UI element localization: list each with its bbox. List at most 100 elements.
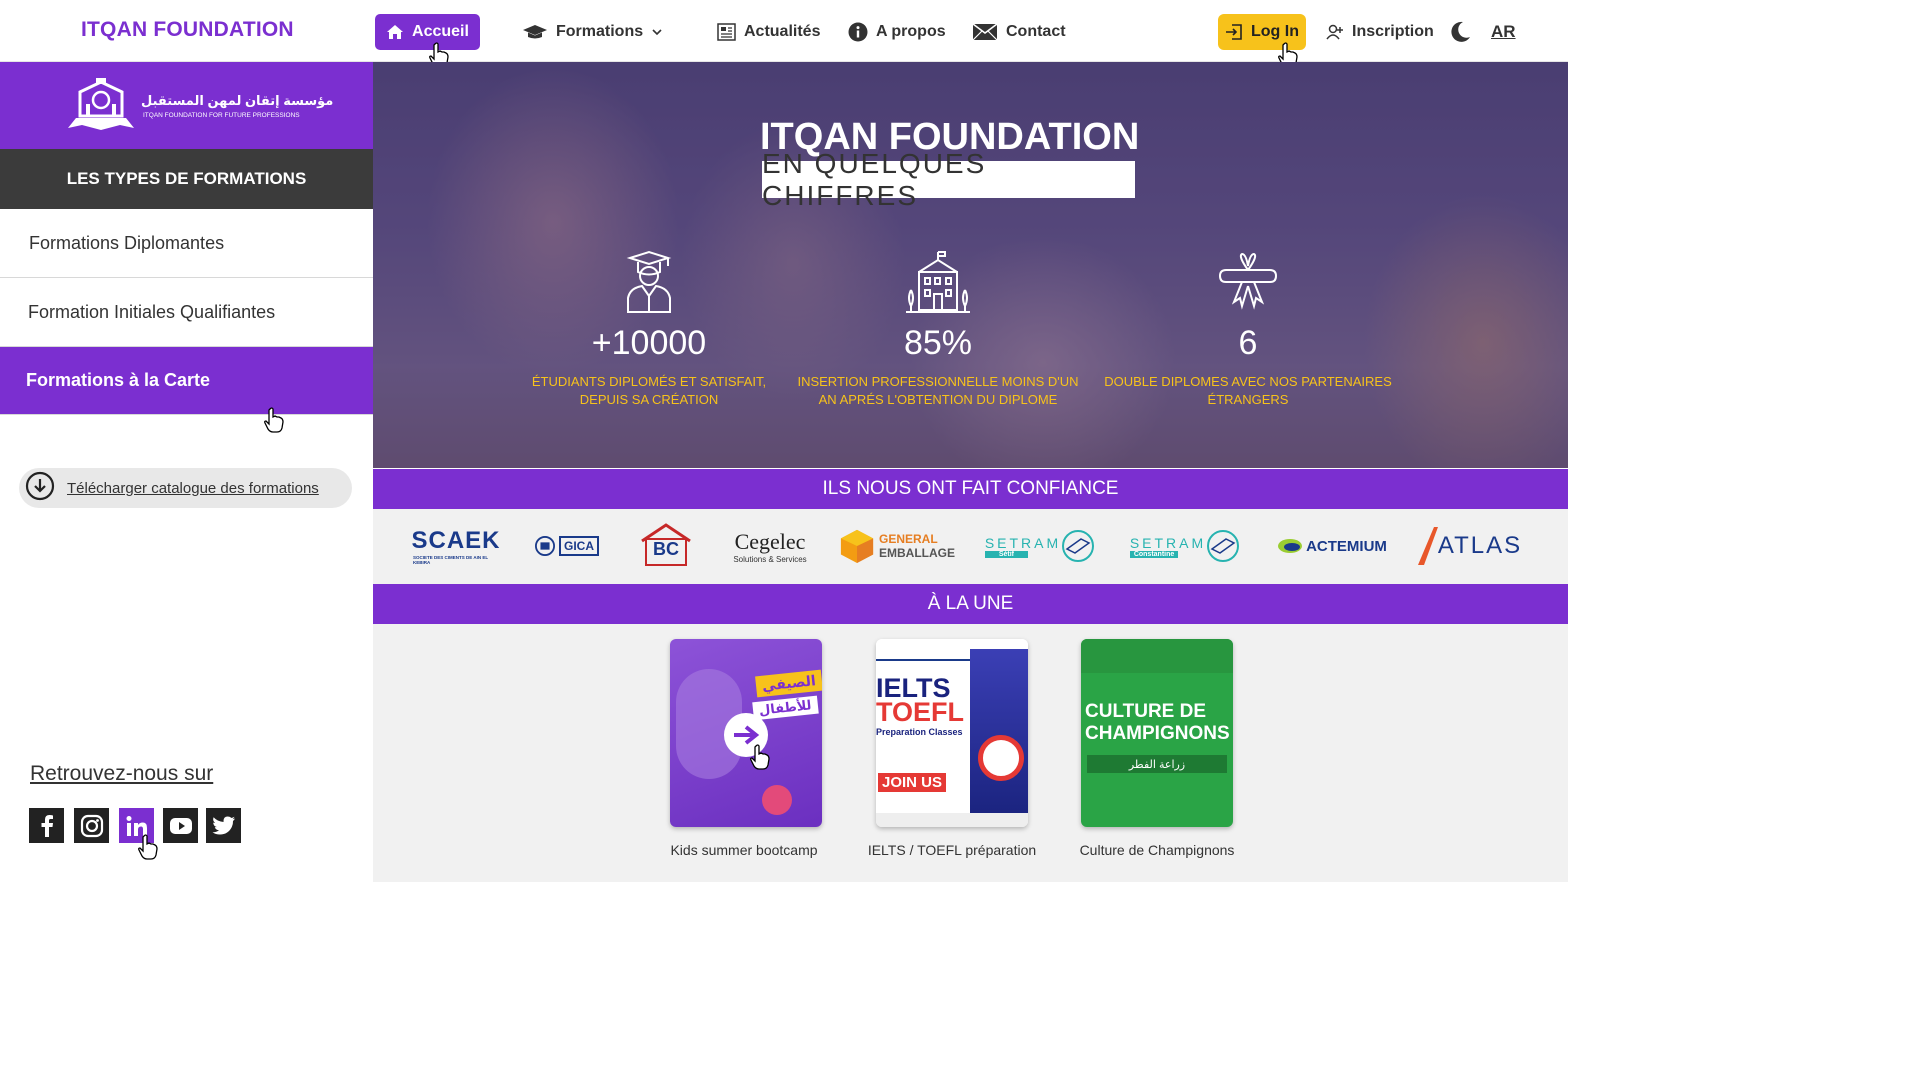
kids-card-title-ar: الصيفي	[755, 669, 822, 698]
foundation-logo-banner[interactable]: مؤسسة إتقان لمهن المستقبل ITQAN FOUNDATI…	[0, 62, 373, 149]
twitter-link[interactable]	[206, 808, 241, 843]
partner-actemium-name: ACTEMIUM	[1306, 537, 1387, 555]
gica-emblem-icon	[535, 536, 555, 556]
stat-graduates-caption: ÉTUDIANTS DIPLOMÉS ET SATISFAIT, DEPUIS …	[504, 373, 794, 409]
partner-logo-general-emballage[interactable]: GENERAL EMBALLAGE	[839, 521, 955, 571]
youtube-link[interactable]	[163, 808, 198, 843]
graduation-cap-icon	[522, 24, 548, 40]
chevron-down-icon	[651, 28, 663, 36]
featured-card-kids-bootcamp[interactable]: الصيفي للأطفال	[670, 639, 822, 827]
hand-cursor-icon	[750, 744, 770, 770]
facebook-link[interactable]	[29, 808, 64, 843]
champignons-title-line1: CULTURE DE	[1085, 701, 1207, 722]
partner-logo-actemium[interactable]: ACTEMIUM	[1269, 521, 1395, 571]
featured-caption-champignons[interactable]: Culture de Champignons	[1047, 842, 1267, 858]
school-building-icon	[906, 251, 970, 313]
stat-insertion-value: 85%	[903, 324, 973, 362]
partner-logo-bc[interactable]: BC	[639, 521, 693, 571]
partner-bc-name: BC	[653, 539, 679, 559]
partner-scaek-name: SCAEK	[411, 527, 501, 554]
partners-heading: ILS NOUS ONT FAIT CONFIANCE	[373, 469, 1568, 509]
hand-cursor-icon	[138, 834, 158, 860]
partner-general-name: GENERAL	[879, 532, 938, 546]
instagram-link[interactable]	[74, 808, 109, 843]
ielts-card-subtitle: Preparation Classes	[876, 727, 963, 737]
dark-mode-toggle[interactable]	[1448, 14, 1472, 50]
download-catalog-label: Télécharger catalogue des formations	[67, 479, 319, 497]
nav-apropos-label: A propos	[876, 23, 946, 40]
stat-graduates-caption-line2: DEPUIS SA CRÉATION	[579, 392, 719, 407]
nav-actualites-link[interactable]: Actualités	[717, 14, 820, 50]
foundation-emblem-icon	[68, 78, 134, 130]
featured-heading: À LA UNE	[373, 584, 1568, 624]
stat-insertion-caption: INSERTION PROFESSIONNELLE MOINS D'UN AN …	[793, 373, 1083, 409]
nav-apropos-link[interactable]: A propos	[848, 14, 946, 50]
stat-double-diplomas-caption-line2: ÉTRANGERS	[1207, 392, 1289, 407]
partner-logo-atlas[interactable]: ATLAS	[1411, 521, 1527, 571]
stat-double-diplomas: 6 DOUBLE DIPLOMES AVEC NOS PARTENAIRES É…	[1098, 250, 1398, 409]
partner-atlas-name: ATLAS	[1437, 532, 1523, 559]
inscription-label: Inscription	[1352, 23, 1434, 40]
login-label: Log In	[1251, 23, 1299, 40]
partners-logo-strip: SCAEK SOCIETE DES CIMENTS DE AIN EL KEBI…	[373, 509, 1568, 584]
featured-caption-kids-bootcamp[interactable]: Kids summer bootcamp	[634, 842, 854, 858]
partner-logo-gica[interactable]: GICA	[535, 521, 599, 571]
partner-emballage-name: EMBALLAGE	[879, 546, 955, 560]
partner-logo-cegelec[interactable]: Cegelec Solutions & Services	[725, 521, 815, 571]
nav-formations-dropdown[interactable]: Formations	[522, 14, 663, 50]
stat-insertion: 85% INSERTION PROFESSIONNELLE MOINS D'UN…	[793, 250, 1083, 409]
diploma-ribbon-icon	[1218, 252, 1278, 310]
nav-contact-label: Contact	[1006, 23, 1066, 40]
kids-card-subtitle-ar: للأطفال	[752, 695, 819, 721]
stat-insertion-caption-line2: AN APRÉS L'OBTENTION DU DIPLOME	[818, 392, 1058, 407]
youtube-icon	[169, 817, 192, 834]
instagram-icon	[80, 814, 103, 837]
partner-gica-name: GICA	[559, 536, 599, 556]
facebook-icon	[41, 814, 53, 837]
actemium-swirl-icon	[1278, 539, 1303, 553]
envelope-icon	[972, 23, 998, 41]
champignons-card-header	[1081, 639, 1233, 673]
featured-caption-ielts-toefl[interactable]: IELTS / TOEFL préparation	[842, 842, 1062, 858]
language-ar-link[interactable]: AR	[1491, 14, 1516, 50]
stat-graduates-value: +10000	[591, 324, 707, 362]
partner-setram-setif-sub: Sétif	[984, 550, 1028, 558]
sidebar-item-initiales-qualifiantes[interactable]: Formation Initiales Qualifiantes	[0, 279, 373, 347]
newspaper-icon	[717, 23, 736, 41]
general-emballage-cube-icon	[840, 529, 874, 564]
stat-double-diplomas-caption: DOUBLE DIPLOMES AVEC NOS PARTENAIRES ÉTR…	[1098, 373, 1398, 409]
sidebar-item-a-la-carte[interactable]: Formations à la Carte	[0, 347, 373, 415]
champignons-title-line2: CHAMPIGNONS	[1085, 723, 1230, 744]
inscription-link[interactable]: Inscription	[1326, 14, 1434, 50]
stat-graduates: +10000 ÉTUDIANTS DIPLOMÉS ET SATISFAIT, …	[504, 250, 794, 409]
partner-cegelec-name: Cegelec	[734, 528, 806, 554]
user-plus-icon	[1326, 24, 1344, 40]
partner-logo-scaek[interactable]: SCAEK SOCIETE DES CIMENTS DE AIN EL KEBI…	[411, 521, 501, 571]
arrow-right-icon	[734, 725, 760, 745]
brand-title[interactable]: ITQAN FOUNDATION	[81, 18, 294, 42]
training-types-heading: LES TYPES DE FORMATIONS	[0, 149, 373, 209]
logo-english-text: ITQAN FOUNDATION FOR FUTURE PROFESSIONS	[143, 112, 300, 119]
partner-cegelec-sub: Solutions & Services	[733, 554, 807, 564]
download-catalog-button[interactable]: Télécharger catalogue des formations	[19, 468, 352, 508]
ielts-card-blue-panel	[970, 649, 1028, 819]
partner-logo-setram-constantine[interactable]: SETRAM Constantine	[1126, 521, 1244, 571]
stat-insertion-caption-line1: INSERTION PROFESSIONNELLE MOINS D'UN	[797, 374, 1079, 389]
hero-statistics-section: ITQAN FOUNDATION EN QUELQUES CHIFFRES +1…	[373, 62, 1568, 468]
download-circle-icon	[25, 471, 55, 505]
top-navbar: ITQAN FOUNDATION Accueil Formations Actu…	[0, 0, 1568, 68]
follow-us-heading: Retrouvez-nous sur	[30, 762, 214, 785]
join-badge	[762, 785, 792, 815]
atlas-a-icon	[1417, 527, 1438, 565]
featured-card-champignons[interactable]: CULTURE DE CHAMPIGNONS زراعة الفطر	[1081, 639, 1233, 827]
stat-graduates-caption-line1: ÉTUDIANTS DIPLOMÉS ET SATISFAIT,	[531, 374, 767, 389]
featured-section: الصيفي للأطفال IELTS TOEFL Preparation C…	[373, 624, 1568, 882]
sidebar-item-diplomantes[interactable]: Formations Diplomantes	[0, 210, 373, 278]
featured-card-ielts-toefl[interactable]: IELTS TOEFL Preparation Classes JOIN US	[876, 639, 1028, 827]
logo-arabic-text: مؤسسة إتقان لمهن المستقبل	[141, 93, 334, 108]
partner-setram-setif-name: SETRAM	[984, 534, 1062, 551]
partner-scaek-sub: SOCIETE DES CIMENTS DE AIN EL KEBIRA	[413, 555, 489, 565]
join-us-label: JOIN US	[878, 773, 947, 792]
partner-logo-setram-setif[interactable]: SETRAM Sétif	[981, 521, 1099, 571]
nav-contact-link[interactable]: Contact	[972, 14, 1066, 50]
